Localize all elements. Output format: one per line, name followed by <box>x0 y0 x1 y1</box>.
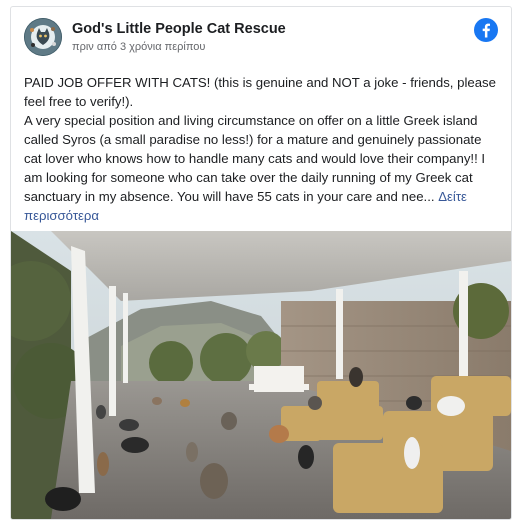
post-photo[interactable] <box>11 231 511 519</box>
avatar-cat-icon <box>25 19 61 55</box>
post-header: God's Little People Cat Rescue πριν από … <box>11 7 511 67</box>
post-body: PAID JOB OFFER WITH CATS! (this is genui… <box>24 73 500 225</box>
photo-bush <box>246 331 286 371</box>
post-paragraph: PAID JOB OFFER WITH CATS! (this is genui… <box>24 75 496 109</box>
post-timestamp[interactable]: πριν από 3 χρόνια περίπου <box>72 41 205 53</box>
post-paragraph-text: A very special position and living circu… <box>24 113 486 204</box>
page-name-link[interactable]: God's Little People Cat Rescue <box>72 21 286 37</box>
photo-bush <box>200 333 252 385</box>
page-avatar[interactable] <box>24 18 62 56</box>
post-card: God's Little People Cat Rescue πριν από … <box>10 6 512 520</box>
post-paragraph: A very special position and living circu… <box>24 111 500 225</box>
photo-bush <box>149 341 193 385</box>
photo-bench <box>249 366 309 392</box>
facebook-icon[interactable] <box>474 18 498 42</box>
